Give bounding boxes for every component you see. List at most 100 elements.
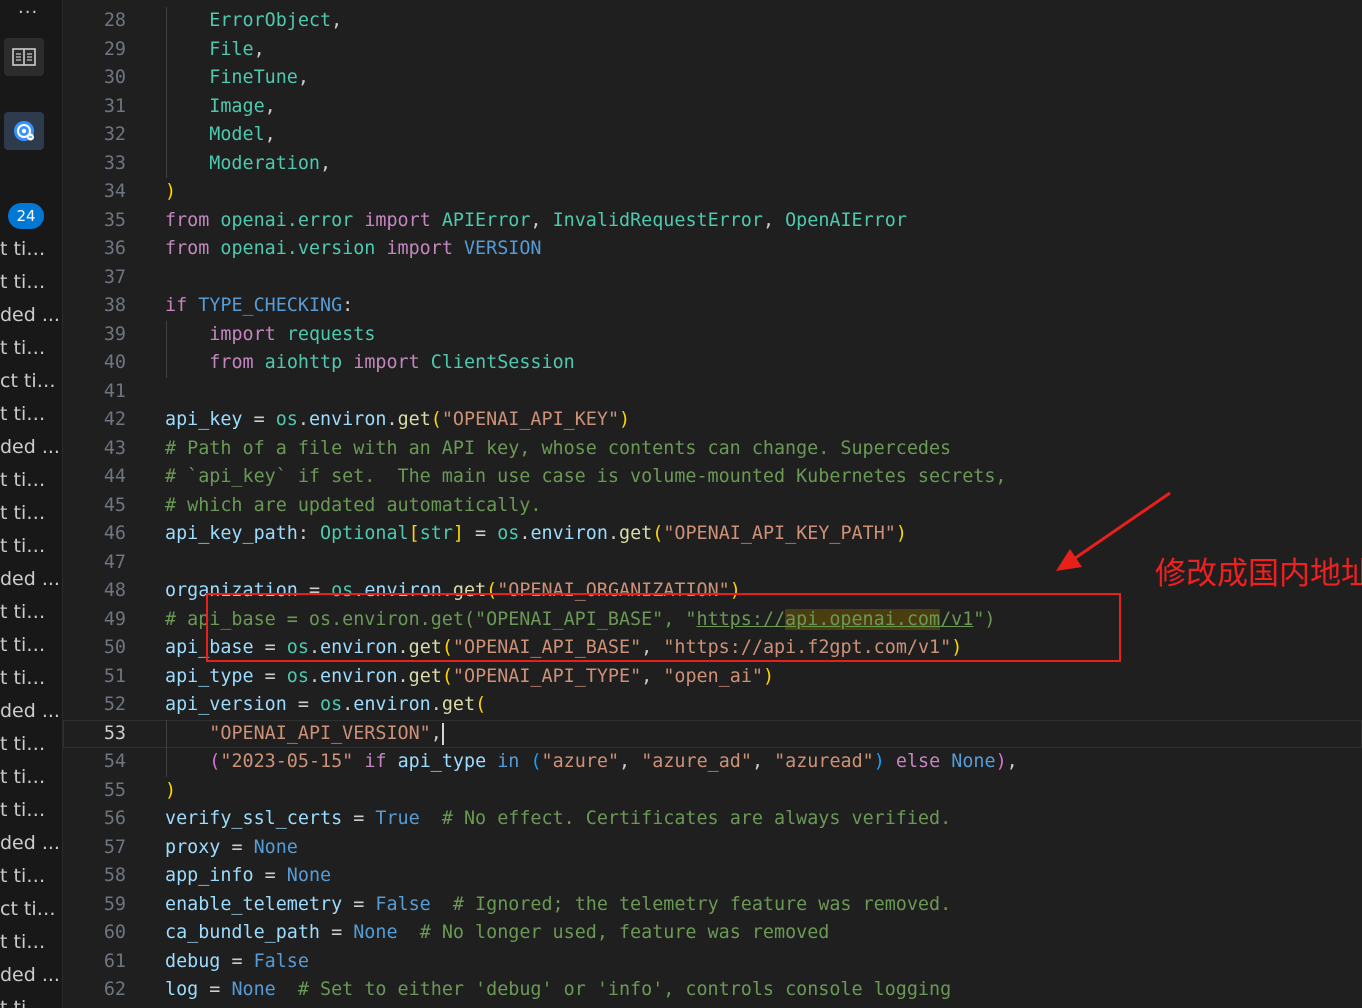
side-list-item[interactable]: t time...	[0, 761, 60, 794]
code-line[interactable]: 57 proxy = None	[63, 834, 1362, 863]
code-line[interactable]: 55)	[63, 777, 1362, 806]
side-list-item[interactable]: ded ...	[0, 563, 60, 596]
code-token: api_base	[165, 637, 254, 658]
side-list-item[interactable]: t tim...	[0, 497, 60, 530]
code-text: FineTune,	[165, 64, 309, 93]
extension-button[interactable]	[4, 112, 44, 150]
line-number: 33	[103, 152, 126, 174]
code-token: Optional	[320, 523, 409, 544]
code-line[interactable]: 37	[63, 264, 1362, 293]
code-line[interactable]: 36 from openai.version import VERSION	[63, 235, 1362, 264]
code-text: api_version = os.environ.get(	[165, 691, 486, 720]
code-token: None	[353, 922, 398, 943]
side-list-item[interactable]: t tim...	[0, 860, 60, 893]
code-line[interactable]: 59 enable_telemetry = False # Ignored; th…	[63, 891, 1362, 920]
side-list-item[interactable]: ded ...	[0, 695, 60, 728]
code-line[interactable]: 50 api_base = os.environ.get("OPENAI_API_…	[63, 634, 1362, 663]
code-line[interactable]: 30 FineTune,	[63, 64, 1362, 93]
code-line[interactable]: 32 Model,	[63, 121, 1362, 150]
code-token: Moderation	[165, 152, 321, 174]
side-list-item[interactable]: ded ...	[0, 827, 60, 860]
side-list-item[interactable]: t tim...	[0, 926, 60, 959]
code-token: get	[452, 580, 487, 601]
side-list-item[interactable]: ct tim...	[0, 365, 60, 398]
code-line[interactable]: 41	[63, 378, 1362, 407]
code-token: ,	[1006, 751, 1018, 772]
side-list-item[interactable]: t tim...	[0, 992, 60, 1008]
notification-count-badge: 24	[8, 203, 44, 229]
side-list-item[interactable]: t tim...	[0, 233, 60, 266]
code-token: (	[430, 409, 442, 430]
code-token: None	[253, 836, 298, 858]
code-line[interactable]: 35 from openai.error import APIError, Inv…	[63, 207, 1362, 236]
more-actions-icon[interactable]: ···	[18, 2, 38, 23]
code-token: from	[165, 238, 210, 259]
code-line[interactable]: 29 File,	[63, 35, 1362, 64]
code-token: proxy	[165, 836, 221, 858]
code-text: if TYPE_CHECKING:	[165, 292, 353, 321]
side-list-item[interactable]: t time...	[0, 662, 60, 695]
code-token: organization	[165, 580, 298, 601]
code-line[interactable]: 61 debug = False	[63, 948, 1362, 977]
code-line[interactable]: 60 ca_bundle_path = None # No longer used…	[63, 919, 1362, 948]
code-text: proxy = None	[165, 834, 298, 863]
code-line[interactable]: 43 # Path of a file with an API key, whos…	[63, 435, 1362, 464]
line-number: 48	[103, 580, 126, 601]
code-line[interactable]: 58 app_info = None	[63, 862, 1362, 891]
code-token: =	[220, 950, 254, 972]
side-list-item[interactable]: t time...	[0, 794, 60, 827]
side-list-item[interactable]: t time...	[0, 728, 60, 761]
code-token: :	[297, 523, 321, 544]
code-line[interactable]: 31 Image,	[63, 92, 1362, 121]
code-token: :	[342, 295, 354, 316]
code-line[interactable]: 54 ("2023-05-15" if api_type in ("azure"…	[63, 748, 1362, 777]
code-line[interactable]: 42 api_key = os.environ.get("OPENAI_API_K…	[63, 406, 1362, 435]
code-line[interactable]: 51 api_type = os.environ.get("OPENAI_API_…	[63, 663, 1362, 692]
code-token: ]	[452, 523, 464, 544]
code-token: from	[165, 209, 210, 231]
side-list-item[interactable]: t tim...	[0, 596, 60, 629]
code-line[interactable]: 53 "OPENAI_API_VERSION",	[63, 719, 1362, 748]
side-list-item[interactable]: ded ...	[0, 299, 60, 332]
code-line[interactable]: 33 Moderation,	[63, 149, 1362, 178]
line-number: 57	[103, 836, 126, 858]
code-line[interactable]: 62 log = None # Set to either 'debug' or …	[63, 976, 1362, 1005]
line-number: 50	[103, 637, 126, 658]
code-line[interactable]: 39 import requests	[63, 320, 1362, 349]
side-list-item[interactable]: ded ...	[0, 959, 60, 992]
line-number: 52	[103, 694, 126, 715]
code-token: APIError	[441, 209, 531, 231]
line-number: 54	[103, 751, 126, 772]
code-token: "azuread"	[774, 751, 874, 772]
side-list-item[interactable]: ded ...	[0, 431, 60, 464]
code-line[interactable]: 52 api_version = os.environ.get(	[63, 691, 1362, 720]
open-preview-button[interactable]	[4, 38, 44, 76]
code-token: ")	[973, 608, 996, 630]
code-token: ,	[619, 751, 642, 772]
side-list-item[interactable]: t tim...	[0, 398, 60, 431]
code-line[interactable]: 49 # api_base = os.environ.get("OPENAI_AP…	[63, 606, 1362, 635]
code-line[interactable]: 34)	[63, 178, 1362, 207]
side-list-item[interactable]: t tim...	[0, 629, 60, 662]
side-list-item[interactable]: t tim...	[0, 464, 60, 497]
code-line[interactable]: 28 ErrorObject,	[63, 7, 1362, 36]
code-token: ,	[641, 637, 664, 658]
code-editor[interactable]: 28 ErrorObject, 29 File, 30 FineTune, 31 Im…	[63, 0, 1362, 1008]
side-list-item[interactable]: ct tim...	[0, 893, 60, 926]
code-line[interactable]: 56 verify_ssl_certs = True # No effect. C…	[63, 805, 1362, 834]
code-line[interactable]: 38 if TYPE_CHECKING:	[63, 292, 1362, 321]
code-token: )	[619, 409, 631, 430]
side-list-item[interactable]: t tim...	[0, 530, 60, 563]
code-line[interactable]: 40 from aiohttp import ClientSession	[63, 349, 1362, 378]
side-list-item[interactable]: t tim...	[0, 332, 60, 365]
code-token: "OPENAI_ORGANIZATION"	[497, 580, 730, 601]
code-token: "open_ai"	[663, 665, 763, 687]
code-text: from aiohttp import ClientSession	[165, 349, 574, 378]
gear-settings-icon	[14, 121, 34, 141]
line-number: 30	[103, 67, 126, 88]
code-token: from	[209, 352, 254, 373]
side-list-item[interactable]: t tim...	[0, 266, 60, 299]
code-token: .	[353, 580, 365, 601]
